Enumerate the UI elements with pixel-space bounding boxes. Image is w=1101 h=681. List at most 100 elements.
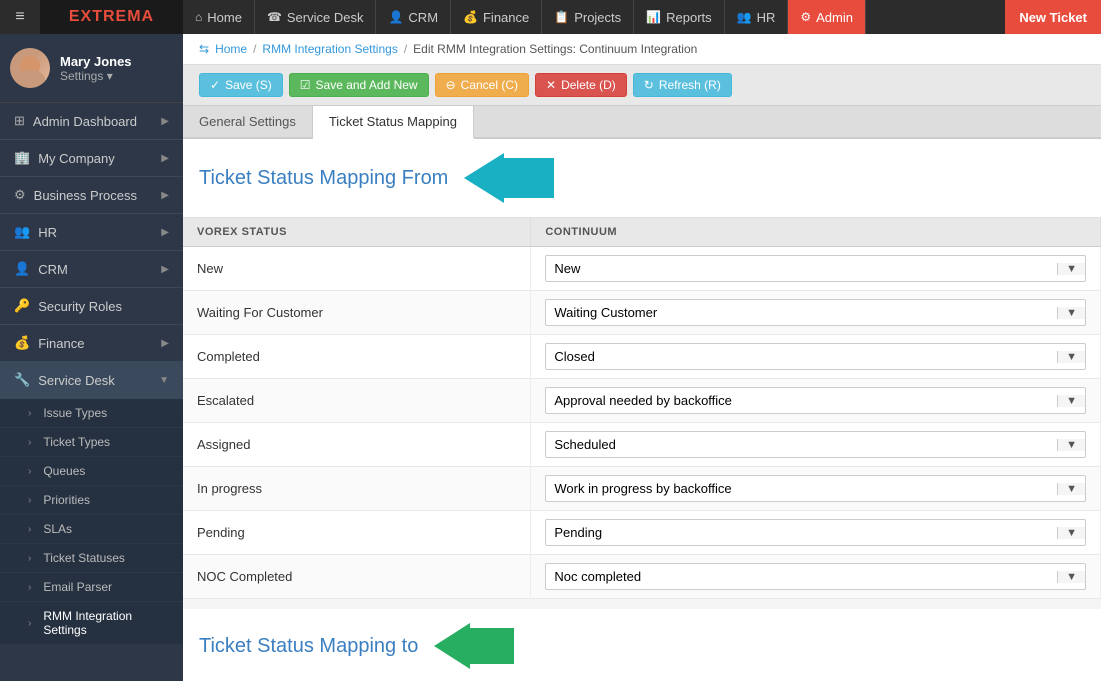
sub-item-queues-label: Queues — [43, 464, 85, 478]
nav-crm[interactable]: 👤 CRM — [376, 0, 451, 34]
nav-service-desk[interactable]: ☎ Service Desk — [255, 0, 377, 34]
sidebar-item-admin-dashboard-label: Admin Dashboard — [33, 114, 137, 129]
sub-chevron-icon: › — [28, 524, 31, 535]
vorex-status-cell: NOC Completed — [183, 555, 531, 599]
tab-general-settings[interactable]: General Settings — [183, 106, 313, 137]
vorex-status-cell: Waiting For Customer — [183, 291, 531, 335]
expand-icon: ▼ — [159, 375, 169, 386]
table-row: Assigned Scheduled ▼ — [183, 423, 1101, 467]
breadcrumb-home[interactable]: Home — [215, 42, 247, 56]
dropdown-arrow-icon[interactable]: ▼ — [1057, 483, 1085, 495]
dropdown-arrow-icon[interactable]: ▼ — [1057, 307, 1085, 319]
nav-admin[interactable]: ⚙ Admin — [788, 0, 866, 34]
new-ticket-button[interactable]: New Ticket — [1005, 0, 1101, 34]
dropdown-arrow-icon[interactable]: ▼ — [1057, 571, 1085, 583]
nav-hr[interactable]: 👥 HR — [725, 0, 789, 34]
user-settings-link[interactable]: Settings ▾ — [60, 69, 132, 83]
sub-item-email-parser[interactable]: › Email Parser — [0, 573, 183, 602]
mapping-select[interactable]: New — [546, 256, 1057, 281]
sub-item-rmm[interactable]: › RMM Integration Settings — [0, 602, 183, 645]
continuum-mapping-cell: New ▼ — [531, 247, 1101, 291]
vorex-status-cell: Completed — [183, 335, 531, 379]
sidebar-item-my-company[interactable]: 🏢 My Company ▶ — [0, 140, 183, 177]
save-add-button[interactable]: ☑ Save and Add New — [289, 73, 429, 97]
sidebar-item-service-desk[interactable]: 🔧 Service Desk ▼ — [0, 362, 183, 399]
sub-chevron-icon: › — [28, 466, 31, 477]
user-name: Mary Jones — [60, 54, 132, 69]
expand-icon: ▶ — [161, 116, 169, 127]
sidebar: Mary Jones Settings ▾ ⊞ Admin Dashboard … — [0, 34, 183, 681]
sidebar-item-admin-dashboard[interactable]: ⊞ Admin Dashboard ▶ — [0, 103, 183, 140]
cancel-button[interactable]: ⊖ Cancel (C) — [435, 73, 529, 97]
nav-hr-label: HR — [757, 10, 776, 25]
mapping-select-wrap: Noc completed ▼ — [545, 563, 1086, 590]
continuum-mapping-cell: Pending ▼ — [531, 511, 1101, 555]
mapping-select[interactable]: Approval needed by backoffice — [546, 388, 1057, 413]
mapping-select[interactable]: Pending — [546, 520, 1057, 545]
sidebar-item-security-roles-label: Security Roles — [38, 299, 122, 314]
nav-projects[interactable]: 📋 Projects — [542, 0, 634, 34]
finance-icon: 💰 — [463, 10, 478, 24]
projects-icon: 📋 — [554, 10, 569, 24]
table-row: Completed Closed ▼ — [183, 335, 1101, 379]
tab-ticket-status-mapping[interactable]: Ticket Status Mapping — [313, 106, 474, 139]
dropdown-arrow-icon[interactable]: ▼ — [1057, 395, 1085, 407]
sub-chevron-icon: › — [28, 618, 31, 629]
sub-item-email-parser-label: Email Parser — [43, 580, 112, 594]
avatar — [10, 48, 50, 88]
nav-items: ⌂ Home ☎ Service Desk 👤 CRM 💰 Finance 📋 … — [183, 0, 1005, 34]
save-button[interactable]: ✓ Save (S) — [199, 73, 283, 97]
delete-button[interactable]: ✕ Delete (D) — [535, 73, 627, 97]
toolbar: ✓ Save (S) ☑ Save and Add New ⊖ Cancel (… — [183, 65, 1101, 106]
mapping-select[interactable]: Closed — [546, 344, 1057, 369]
sub-chevron-icon: › — [28, 495, 31, 506]
dropdown-arrow-icon[interactable]: ▼ — [1057, 351, 1085, 363]
dropdown-arrow-icon[interactable]: ▼ — [1057, 263, 1085, 275]
security-icon: 🔑 — [14, 298, 30, 314]
expand-icon: ▶ — [161, 338, 169, 349]
sidebar-item-hr[interactable]: 👥 HR ▶ — [0, 214, 183, 251]
breadcrumb-current: Edit RMM Integration Settings: Continuum… — [413, 42, 697, 56]
sub-item-ticket-types-label: Ticket Types — [43, 435, 110, 449]
mapping-select[interactable]: Scheduled — [546, 432, 1057, 457]
sub-item-slas[interactable]: › SLAs — [0, 515, 183, 544]
main-layout: Mary Jones Settings ▾ ⊞ Admin Dashboard … — [0, 34, 1101, 681]
transfer-icon: ⇆ — [199, 42, 209, 56]
continuum-mapping-cell: Waiting Customer ▼ — [531, 291, 1101, 335]
nav-service-desk-label: Service Desk — [287, 10, 364, 25]
hamburger-menu[interactable]: ≡ — [0, 0, 40, 34]
sub-item-ticket-statuses[interactable]: › Ticket Statuses — [0, 544, 183, 573]
sidebar-item-finance[interactable]: 💰 Finance ▶ — [0, 325, 183, 362]
vorex-status-cell: Escalated — [183, 379, 531, 423]
sub-item-priorities-label: Priorities — [43, 493, 90, 507]
sidebar-item-security-roles[interactable]: 🔑 Security Roles — [0, 288, 183, 325]
sidebar-item-crm[interactable]: 👤 CRM ▶ — [0, 251, 183, 288]
business-process-icon: ⚙ — [14, 187, 26, 203]
mapping-select[interactable]: Waiting Customer — [546, 300, 1057, 325]
sidebar-user: Mary Jones Settings ▾ — [0, 34, 183, 103]
service-desk-submenu: › Issue Types › Ticket Types › Queues › … — [0, 399, 183, 645]
table-row: Escalated Approval needed by backoffice … — [183, 379, 1101, 423]
mapping-select[interactable]: Noc completed — [546, 564, 1057, 589]
sub-item-ticket-types[interactable]: › Ticket Types — [0, 428, 183, 457]
continuum-mapping-cell: Scheduled ▼ — [531, 423, 1101, 467]
nav-finance[interactable]: 💰 Finance — [451, 0, 542, 34]
dropdown-arrow-icon[interactable]: ▼ — [1057, 527, 1085, 539]
top-navigation: ≡ EXTREMA ⌂ Home ☎ Service Desk 👤 CRM 💰 … — [0, 0, 1101, 34]
dropdown-arrow-icon[interactable]: ▼ — [1057, 439, 1085, 451]
mapping-from-table: VOREX STATUS CONTINUUM New New ▼ Waiting… — [183, 218, 1101, 599]
sub-item-priorities[interactable]: › Priorities — [0, 486, 183, 515]
expand-icon: ▶ — [161, 153, 169, 164]
col-vorex-status: VOREX STATUS — [183, 218, 531, 247]
sub-item-issue-types[interactable]: › Issue Types — [0, 399, 183, 428]
mapping-select[interactable]: Work in progress by backoffice — [546, 476, 1057, 501]
sidebar-item-business-process[interactable]: ⚙ Business Process ▶ — [0, 177, 183, 214]
save-add-icon: ☑ — [300, 78, 311, 92]
expand-icon: ▶ — [161, 264, 169, 275]
sub-item-queues[interactable]: › Queues — [0, 457, 183, 486]
nav-home[interactable]: ⌂ Home — [183, 0, 255, 34]
breadcrumb-rmm[interactable]: RMM Integration Settings — [262, 42, 397, 56]
refresh-button[interactable]: ↻ Refresh (R) — [633, 73, 732, 97]
nav-reports[interactable]: 📊 Reports — [634, 0, 724, 34]
mapping-from-header: Ticket Status Mapping From — [183, 139, 1101, 218]
